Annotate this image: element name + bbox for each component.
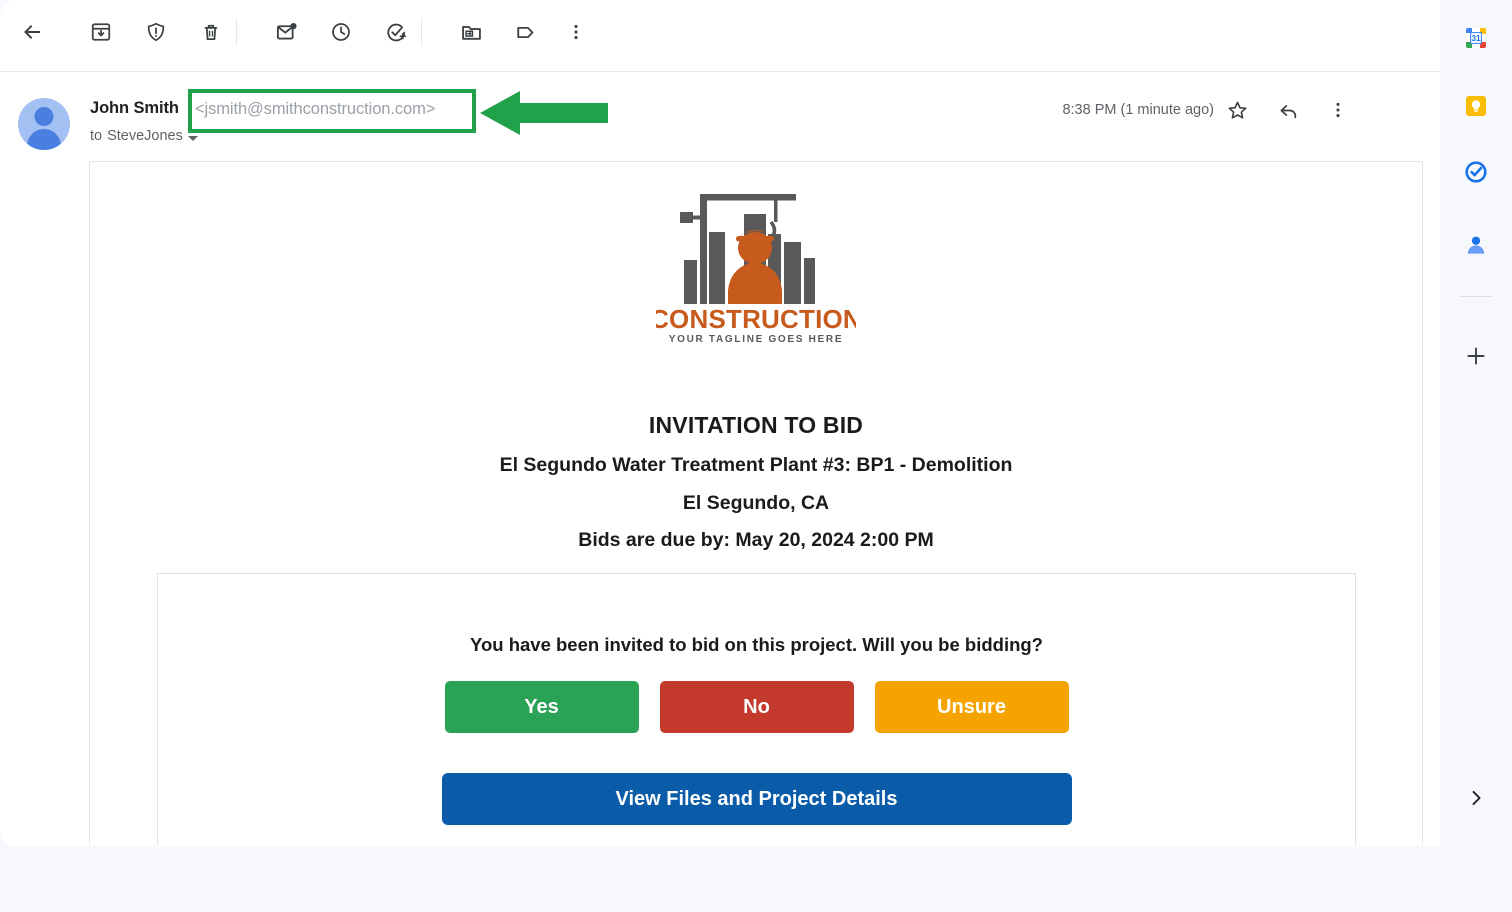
view-files-and-project-details-button[interactable]: View Files and Project Details	[441, 773, 1072, 825]
side-panel-rail: 31	[1440, 0, 1512, 912]
avatar-body	[27, 129, 61, 150]
email-due-date: Bids are due by: May 20, 2024 2:00 PM	[578, 529, 934, 551]
recipient-line[interactable]: to SteveJones	[90, 128, 198, 144]
chevron-down-icon[interactable]	[187, 135, 198, 141]
side-panel-expand-button[interactable]	[1456, 778, 1496, 818]
message-more-options-button[interactable]	[1316, 88, 1360, 132]
report-spam-button[interactable]	[132, 8, 180, 56]
email-project-name: El Segundo Water Treatment Plant #3: BP1…	[499, 454, 1013, 476]
star-button[interactable]	[1215, 88, 1259, 132]
bid-response-section: You have been invited to bid on this pro…	[157, 573, 1356, 845]
mark-unread-button[interactable]	[262, 8, 310, 56]
avatar-head	[34, 107, 54, 126]
plus-icon	[1467, 347, 1485, 365]
message-toolbar	[0, 0, 1440, 72]
google-calendar-icon: 31	[1466, 28, 1486, 48]
cta-row: View Files and Project Details	[158, 773, 1355, 825]
construction-company-logo: CONSTRUCTION YOUR TAGLINE GOES HERE	[656, 194, 856, 345]
labels-icon	[516, 26, 533, 38]
move-to-icon	[461, 25, 481, 40]
logo-tagline: YOUR TAGLINE GOES HERE	[669, 334, 843, 345]
add-to-tasks-icon	[386, 23, 406, 41]
google-tasks-icon	[1465, 161, 1487, 183]
sender-email[interactable]: <jsmith@smithconstruction.com>	[195, 100, 435, 119]
toolbar-separator-2	[421, 18, 422, 46]
labels-button[interactable]	[502, 8, 550, 56]
report-spam-icon	[147, 22, 165, 42]
star-icon	[1228, 101, 1246, 119]
email-location: El Segundo, CA	[682, 492, 830, 514]
side-rail-add-button[interactable]	[1456, 336, 1496, 376]
green-left-arrow-annotation	[480, 91, 608, 135]
mail-reading-panel: John Smith <jsmith@smithconstruction.com…	[0, 0, 1440, 846]
archive-icon	[91, 23, 111, 41]
bid-question-text: You have been invited to bid on this pro…	[469, 634, 1043, 655]
calendar-day-number: 31	[1471, 34, 1481, 43]
logo-container: CONSTRUCTION YOUR TAGLINE GOES HERE	[90, 186, 1422, 349]
reply-icon	[1280, 104, 1296, 118]
snooze-button[interactable]	[317, 8, 365, 56]
add-to-tasks-button[interactable]	[372, 8, 420, 56]
side-rail-item-tasks[interactable]	[1456, 152, 1496, 192]
recipient-prefix: to	[90, 128, 103, 144]
email-title: INVITATION TO BID	[648, 412, 864, 438]
move-to-button[interactable]	[447, 8, 495, 56]
delete-icon	[204, 24, 218, 41]
more-options-button[interactable]	[552, 8, 600, 56]
delete-button[interactable]	[187, 8, 235, 56]
email-body-card: CONSTRUCTION YOUR TAGLINE GOES HERE INVI…	[89, 161, 1423, 845]
logo-wordmark: CONSTRUCTION	[656, 304, 856, 334]
google-keep-icon	[1466, 96, 1486, 116]
side-rail-item-keep[interactable]	[1456, 86, 1496, 126]
message-timestamp: 8:38 PM (1 minute ago)	[1062, 102, 1214, 118]
side-rail-item-calendar[interactable]: 31	[1456, 18, 1496, 58]
google-contacts-icon	[1467, 236, 1485, 254]
bid-no-button[interactable]: No	[659, 681, 854, 733]
gmail-message-view: John Smith <jsmith@smithconstruction.com…	[0, 0, 1512, 912]
more-message-options-icon	[1336, 102, 1340, 118]
more-options-icon	[574, 24, 578, 40]
bid-unsure-button[interactable]: Unsure	[874, 681, 1069, 733]
reply-button[interactable]	[1266, 88, 1310, 132]
toolbar-separator-1	[236, 18, 237, 46]
recipient-name: SteveJones	[107, 128, 183, 144]
bid-choice-row: Yes No Unsure	[158, 681, 1355, 733]
chevron-right-icon	[1472, 790, 1481, 806]
back-icon	[24, 25, 40, 39]
back-button[interactable]	[8, 8, 56, 56]
avatar	[18, 98, 70, 150]
sender-name: John Smith	[90, 99, 179, 117]
side-rail-divider	[1460, 296, 1492, 297]
bid-yes-button[interactable]: Yes	[444, 681, 639, 733]
snooze-icon	[332, 23, 350, 41]
side-rail-item-contacts[interactable]	[1456, 225, 1496, 265]
archive-button[interactable]	[77, 8, 125, 56]
mark-unread-icon	[276, 22, 297, 39]
